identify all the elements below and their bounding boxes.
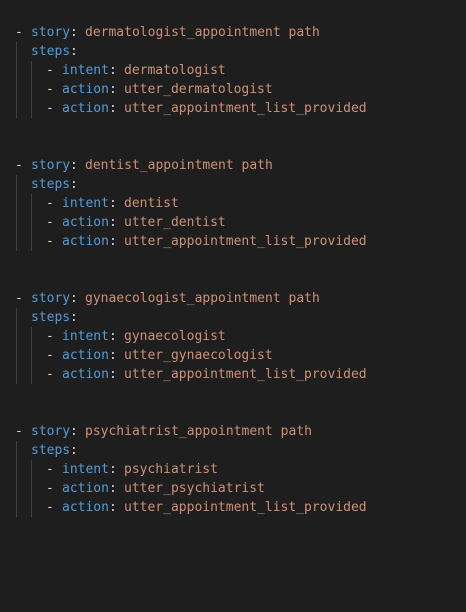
list-dash: - bbox=[46, 462, 54, 477]
story-key: story bbox=[31, 291, 71, 306]
steps-line: steps : bbox=[0, 42, 466, 61]
colon: : bbox=[109, 462, 117, 477]
steps-key: steps bbox=[31, 443, 71, 458]
step-line: - action : utter_psychiatrist bbox=[0, 479, 466, 498]
story-name: dermatologist_appointment path bbox=[85, 25, 320, 40]
list-dash: - bbox=[46, 82, 54, 97]
step-key: action bbox=[62, 348, 109, 363]
code-editor[interactable]: - story : dermatologist_appointment path… bbox=[0, 0, 466, 536]
story-block: - story : psychiatrist_appointment path … bbox=[0, 422, 466, 517]
colon: : bbox=[109, 481, 117, 496]
colon: : bbox=[70, 310, 78, 325]
colon: : bbox=[109, 329, 117, 344]
list-dash: - bbox=[46, 367, 54, 382]
step-line: - intent : dermatologist bbox=[0, 61, 466, 80]
colon: : bbox=[109, 63, 117, 78]
colon: : bbox=[109, 367, 117, 382]
list-dash: - bbox=[46, 63, 54, 78]
list-dash: - bbox=[15, 291, 23, 306]
step-key: action bbox=[62, 82, 109, 97]
steps-key: steps bbox=[31, 177, 71, 192]
colon: : bbox=[70, 25, 78, 40]
list-dash: - bbox=[15, 424, 23, 439]
step-line: - action : utter_appointment_list_provid… bbox=[0, 232, 466, 251]
story-block: - story : dentist_appointment path steps… bbox=[0, 156, 466, 251]
colon: : bbox=[70, 44, 78, 59]
step-value: dermatologist bbox=[124, 63, 226, 78]
list-dash: - bbox=[46, 500, 54, 515]
step-key: action bbox=[62, 101, 109, 116]
step-key: action bbox=[62, 215, 109, 230]
step-key: intent bbox=[62, 329, 109, 344]
colon: : bbox=[70, 424, 78, 439]
story-key: story bbox=[31, 25, 71, 40]
step-key: action bbox=[62, 367, 109, 382]
story-line: - story : psychiatrist_appointment path bbox=[0, 422, 466, 441]
story-line: - story : dermatologist_appointment path bbox=[0, 23, 466, 42]
steps-line: steps : bbox=[0, 441, 466, 460]
story-key: story bbox=[31, 424, 71, 439]
story-name: psychiatrist_appointment path bbox=[85, 424, 312, 439]
list-dash: - bbox=[46, 481, 54, 496]
colon: : bbox=[109, 196, 117, 211]
step-line: - action : utter_dentist bbox=[0, 213, 466, 232]
step-key: intent bbox=[62, 462, 109, 477]
colon: : bbox=[70, 291, 78, 306]
steps-line: steps : bbox=[0, 175, 466, 194]
story-name: dentist_appointment path bbox=[85, 158, 273, 173]
list-dash: - bbox=[46, 234, 54, 249]
list-dash: - bbox=[15, 158, 23, 173]
step-key: intent bbox=[62, 63, 109, 78]
step-line: - intent : psychiatrist bbox=[0, 460, 466, 479]
step-line: - intent : gynaecologist bbox=[0, 327, 466, 346]
step-value: gynaecologist bbox=[124, 329, 226, 344]
steps-key: steps bbox=[31, 44, 71, 59]
step-key: action bbox=[62, 234, 109, 249]
colon: : bbox=[109, 215, 117, 230]
list-dash: - bbox=[46, 348, 54, 363]
list-dash: - bbox=[46, 215, 54, 230]
step-key: action bbox=[62, 500, 109, 515]
colon: : bbox=[109, 234, 117, 249]
story-block: - story : gynaecologist_appointment path… bbox=[0, 289, 466, 384]
story-line: - story : dentist_appointment path bbox=[0, 156, 466, 175]
step-value: utter_appointment_list_provided bbox=[124, 234, 367, 249]
step-line: - action : utter_appointment_list_provid… bbox=[0, 365, 466, 384]
step-line: - action : utter_dermatologist bbox=[0, 80, 466, 99]
step-value: utter_appointment_list_provided bbox=[124, 101, 367, 116]
step-value: utter_psychiatrist bbox=[124, 481, 265, 496]
step-value: utter_appointment_list_provided bbox=[124, 367, 367, 382]
list-dash: - bbox=[46, 101, 54, 116]
step-key: action bbox=[62, 481, 109, 496]
step-line: - intent : dentist bbox=[0, 194, 466, 213]
list-dash: - bbox=[46, 329, 54, 344]
story-line: - story : gynaecologist_appointment path bbox=[0, 289, 466, 308]
step-line: - action : utter_appointment_list_provid… bbox=[0, 498, 466, 517]
step-line: - action : utter_gynaecologist bbox=[0, 346, 466, 365]
story-key: story bbox=[31, 158, 71, 173]
steps-line: steps : bbox=[0, 308, 466, 327]
list-dash: - bbox=[46, 196, 54, 211]
colon: : bbox=[109, 348, 117, 363]
step-line: - action : utter_appointment_list_provid… bbox=[0, 99, 466, 118]
step-value: dentist bbox=[124, 196, 179, 211]
step-value: utter_appointment_list_provided bbox=[124, 500, 367, 515]
colon: : bbox=[109, 101, 117, 116]
steps-key: steps bbox=[31, 310, 71, 325]
step-value: utter_gynaecologist bbox=[124, 348, 273, 363]
colon: : bbox=[109, 82, 117, 97]
colon: : bbox=[70, 443, 78, 458]
step-value: psychiatrist bbox=[124, 462, 218, 477]
step-key: intent bbox=[62, 196, 109, 211]
list-dash: - bbox=[15, 25, 23, 40]
step-value: utter_dermatologist bbox=[124, 82, 273, 97]
colon: : bbox=[109, 500, 117, 515]
story-block: - story : dermatologist_appointment path… bbox=[0, 23, 466, 118]
step-value: utter_dentist bbox=[124, 215, 226, 230]
colon: : bbox=[70, 177, 78, 192]
story-name: gynaecologist_appointment path bbox=[85, 291, 320, 306]
colon: : bbox=[70, 158, 78, 173]
